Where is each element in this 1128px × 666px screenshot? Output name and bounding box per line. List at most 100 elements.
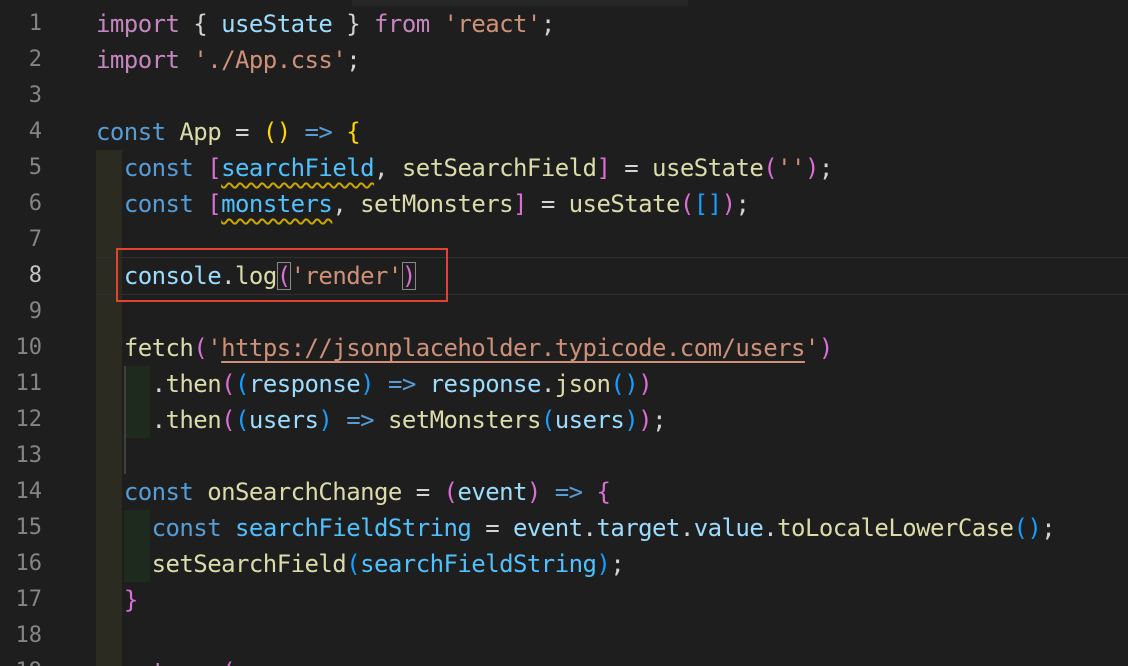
code-text[interactable]: import './App.css'; (96, 42, 361, 78)
code-token: } (332, 10, 375, 38)
code-token: users (248, 406, 319, 434)
code-token: ) (526, 478, 541, 506)
line-number: 2 (28, 47, 42, 72)
code-text[interactable]: } (96, 582, 138, 618)
code-token: . (540, 370, 555, 398)
code-line[interactable]: 18 (0, 618, 1128, 654)
line-number: 10 (15, 335, 43, 360)
code-token: = (221, 118, 263, 146)
code-token: . (763, 514, 778, 542)
code-line[interactable]: 3 (0, 78, 1128, 114)
code-token: [ (207, 154, 222, 182)
code-token: const (123, 478, 194, 506)
code-text[interactable]: const App = () => { (96, 114, 361, 150)
code-text[interactable]: .then((users) => setMonsters(users)); (96, 402, 667, 438)
code-token: './App.css' (193, 46, 347, 74)
code-token: 'react' (443, 10, 542, 38)
code-token: ( (221, 370, 236, 398)
code-token: [ (207, 190, 222, 218)
line-number: 17 (15, 587, 43, 612)
code-token: ) (818, 334, 833, 362)
code-token: target (596, 514, 680, 542)
code-text[interactable]: const searchFieldString = event.target.v… (96, 510, 1056, 546)
code-token: = (401, 478, 444, 506)
code-line[interactable]: 1 import { useState } from 'react'; (0, 6, 1128, 42)
code-text[interactable]: fetch('https://jsonplaceholder.typicode.… (96, 330, 833, 366)
code-token: monsters (221, 190, 333, 218)
code-token: ( (221, 406, 236, 434)
code-token: ) (721, 190, 736, 218)
code-token: toLocaleLowerCase (777, 514, 1014, 542)
code-token: then (165, 370, 222, 398)
code-token: ) (638, 370, 653, 398)
code-token: const (123, 190, 194, 218)
code-token: setMonsters (360, 190, 514, 218)
code-token: App (179, 118, 222, 146)
code-token: = (610, 154, 653, 182)
code-line[interactable]: 12 .then((users) => setMonsters(users)); (0, 402, 1128, 438)
code-text[interactable]: const [searchField, setSearchField] = us… (96, 150, 834, 186)
code-text[interactable]: import { useState } from 'react'; (96, 6, 555, 42)
code-token: ] (596, 154, 611, 182)
code-text[interactable]: setSearchField(searchFieldString); (96, 546, 625, 582)
line-number: 8 (28, 263, 42, 288)
line-number: 18 (15, 623, 43, 648)
line-number: 3 (28, 83, 42, 108)
code-token: , (374, 154, 402, 182)
code-text[interactable]: return ( (96, 654, 236, 666)
code-token: event (513, 514, 583, 542)
code-line[interactable]: 10 fetch('https://jsonplaceholder.typico… (0, 330, 1128, 366)
code-editor[interactable]: 1 import { useState } from 'react'; 2 impor… (0, 0, 1128, 666)
code-token: ( (221, 658, 235, 666)
code-token: () (262, 118, 291, 146)
code-token: https://jsonplaceholder.typicode.com/use… (221, 334, 805, 362)
code-line[interactable]: 2 import './App.css'; (0, 42, 1128, 78)
code-line[interactable]: 5 const [searchField, setSearchField] = … (0, 150, 1128, 186)
code-text[interactable]: .then((response) => response.json()) (96, 366, 653, 402)
code-line[interactable]: 19 return ( (0, 654, 1128, 666)
code-token: json (554, 370, 611, 398)
code-token: ( (763, 154, 778, 182)
code-token: . (582, 514, 597, 542)
code-token: => (304, 118, 333, 146)
code-line[interactable]: 4 const App = () => { (0, 114, 1128, 150)
code-text[interactable]: const onSearchChange = (event) => { (96, 474, 611, 510)
code-token: ( (443, 478, 458, 506)
code-token: const (96, 118, 166, 146)
code-token: = (526, 190, 569, 218)
code-line[interactable]: 17 } (0, 582, 1128, 618)
code-line[interactable]: 15 const searchFieldString = event.targe… (0, 510, 1128, 546)
code-token: fetch (123, 334, 194, 362)
code-token: ' (804, 334, 819, 362)
code-line[interactable]: 16 setSearchField(searchFieldString); (0, 546, 1128, 582)
code-line[interactable]: 11 .then((response) => response.json()) (0, 366, 1128, 402)
code-line[interactable]: 13 (0, 438, 1128, 474)
line-number: 19 (0, 654, 43, 666)
code-token: useState (221, 10, 333, 38)
code-token: setSearchField (401, 154, 597, 182)
code-text[interactable]: const [monsters, setMonsters] = useState… (96, 186, 750, 222)
code-token: () (1013, 514, 1042, 542)
line-number: 7 (28, 227, 42, 252)
code-line[interactable]: 14 const onSearchChange = (event) => { (0, 474, 1128, 510)
code-line[interactable]: 6 const [monsters, setMonsters] = useSta… (0, 186, 1128, 222)
line-number: 1 (28, 11, 42, 36)
code-token: ( (235, 370, 249, 398)
annotation-highlight-box (116, 248, 448, 302)
